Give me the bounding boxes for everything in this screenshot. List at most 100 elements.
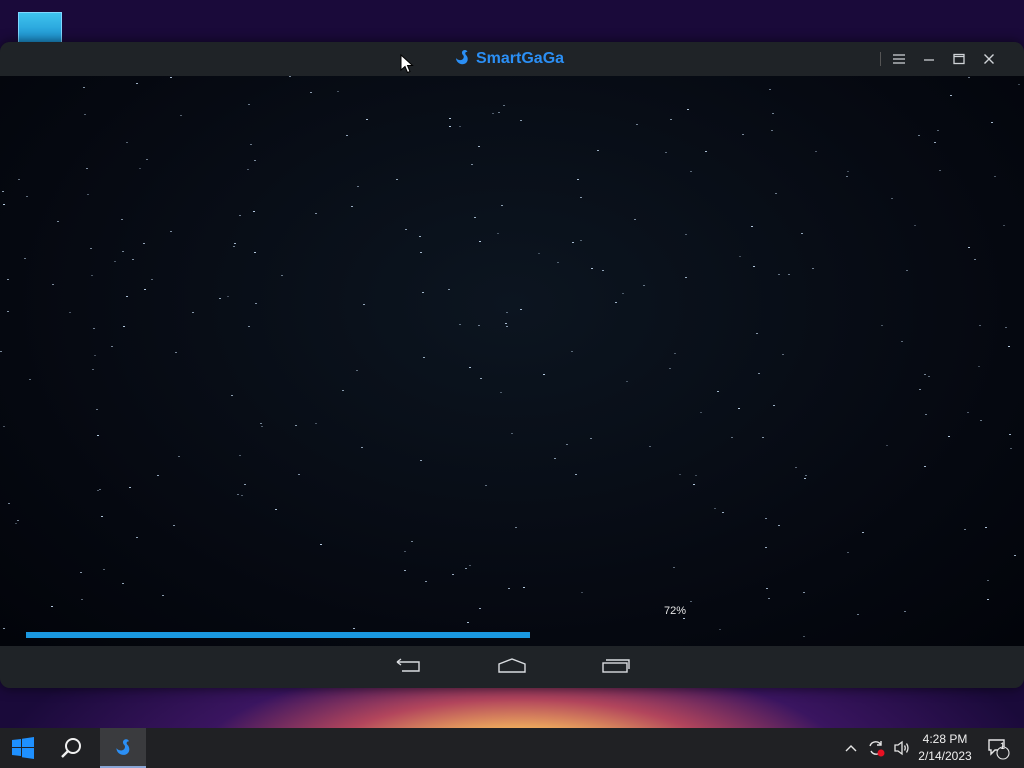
star [991, 122, 993, 123]
desktop-folder-icon[interactable] [18, 12, 62, 44]
star [772, 113, 774, 114]
star [253, 211, 255, 212]
star [742, 134, 744, 135]
star [126, 142, 128, 143]
star [474, 217, 476, 218]
star [83, 87, 85, 88]
sync-icon[interactable] [866, 728, 886, 768]
home-icon[interactable] [497, 656, 527, 676]
star [886, 445, 888, 446]
star [557, 262, 559, 263]
taskbar-clock[interactable]: 4:28 PM 2/14/2023 [910, 731, 980, 765]
star [404, 570, 406, 571]
android-screen[interactable] [0, 76, 1024, 646]
star [803, 636, 805, 637]
start-icon[interactable] [0, 728, 46, 768]
star [237, 494, 239, 495]
star [129, 487, 131, 488]
star [261, 426, 263, 427]
star [239, 215, 241, 216]
star [924, 374, 926, 375]
star [254, 252, 256, 253]
star [404, 551, 406, 552]
star [700, 412, 702, 413]
star [520, 309, 522, 310]
loading-percent: 72% [664, 605, 687, 617]
star [170, 231, 172, 232]
star [1014, 555, 1016, 556]
maximize-icon[interactable] [948, 48, 970, 70]
smartgaga-taskbar-icon[interactable] [100, 728, 146, 768]
star [690, 601, 692, 602]
star [705, 151, 707, 152]
star [281, 275, 283, 276]
star [1018, 84, 1020, 85]
notification-count: 1 [1000, 741, 1006, 751]
recents-icon[interactable] [601, 656, 631, 676]
star [7, 279, 9, 280]
star [626, 381, 628, 382]
close-icon[interactable] [978, 48, 1000, 70]
volume-icon[interactable] [892, 728, 912, 768]
notification-icon[interactable]: 1 [986, 728, 1012, 768]
star [255, 303, 257, 304]
star [847, 171, 849, 172]
loading-progress-fill [26, 632, 530, 638]
star [247, 169, 249, 170]
star [346, 135, 348, 136]
star [363, 304, 365, 305]
star [3, 628, 5, 629]
search-icon[interactable] [48, 728, 94, 768]
star [219, 298, 221, 299]
star [342, 390, 344, 391]
star [985, 527, 987, 528]
star [7, 311, 9, 312]
star [93, 328, 95, 329]
star [964, 529, 966, 530]
star [295, 425, 297, 426]
star [315, 423, 317, 424]
star [29, 379, 31, 380]
star [469, 565, 471, 566]
star [506, 312, 508, 313]
star [351, 206, 353, 207]
app-title: SmartGaGa [476, 50, 565, 67]
star [122, 251, 124, 252]
star [241, 495, 243, 496]
swan-logo-icon [452, 47, 472, 72]
star [738, 408, 740, 409]
star [101, 516, 103, 517]
star [980, 420, 982, 421]
star [146, 159, 148, 160]
star [602, 270, 604, 271]
star [805, 475, 807, 476]
star [505, 323, 507, 324]
star [636, 124, 638, 125]
star [492, 113, 494, 114]
back-icon[interactable] [394, 656, 424, 676]
star [17, 520, 19, 521]
star [422, 292, 424, 293]
star [769, 89, 771, 90]
star [924, 466, 926, 467]
star [580, 240, 582, 241]
star [97, 435, 99, 436]
star [788, 274, 790, 275]
star [520, 120, 522, 121]
star [803, 592, 805, 593]
star [57, 221, 59, 222]
star [86, 168, 88, 169]
chevron-up-icon[interactable] [844, 728, 858, 768]
star [891, 198, 893, 199]
star [162, 595, 164, 596]
star [934, 142, 936, 143]
star [231, 395, 233, 396]
star [685, 277, 687, 278]
minimize-icon[interactable] [918, 48, 940, 70]
star [1010, 448, 1012, 449]
star [84, 114, 86, 115]
title-bar[interactable]: SmartGaGa [0, 42, 1024, 76]
star [795, 467, 797, 468]
star [1005, 327, 1007, 328]
menu-icon[interactable] [888, 48, 910, 70]
